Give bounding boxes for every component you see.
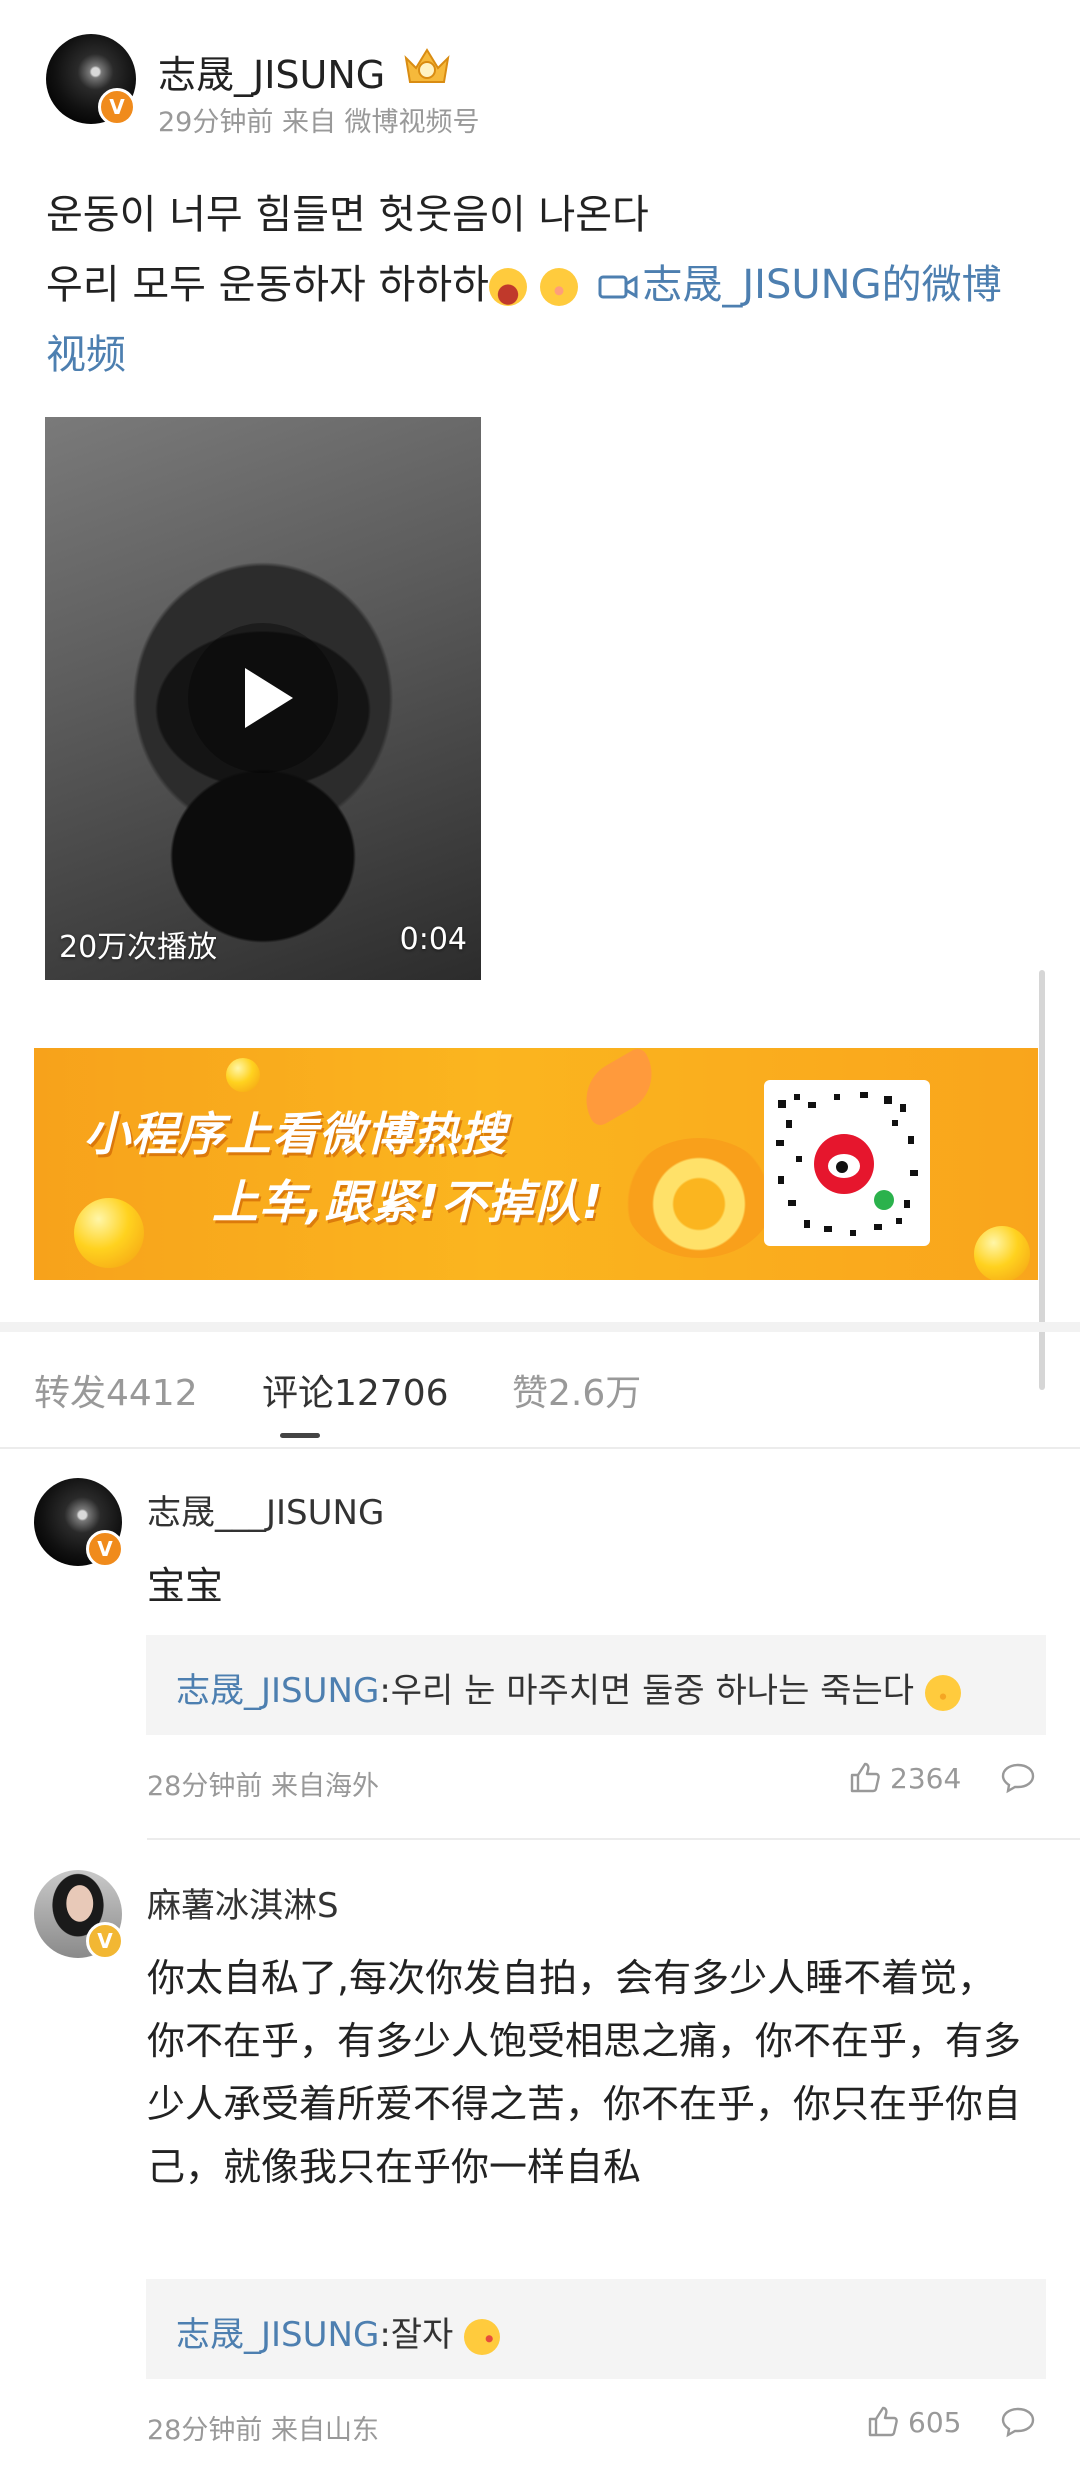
mini-program-banner[interactable]: 小程序上看微博热搜 上车,跟紧!不掉队! <box>34 1048 1038 1280</box>
reply-button[interactable] <box>1000 1762 1036 1798</box>
like-button[interactable]: 2364 <box>848 1760 961 1796</box>
comment-author[interactable]: 志晟___JISUNG <box>147 1485 384 1534</box>
reply-content: :우리 눈 마주치면 둘중 하나는 죽는다 <box>379 1671 915 1711</box>
comment-meta: 28分钟前 来自山东 <box>147 2415 379 2446</box>
play-icon <box>245 668 293 728</box>
reply-quote[interactable]: 志晟_JISUNG:잘자 <box>146 2279 1046 2379</box>
comment-divider <box>147 1838 1080 1840</box>
verified-badge-icon: V <box>86 1922 124 1960</box>
video-duration: 0:04 <box>399 922 467 957</box>
tab-comments[interactable]: 评论12706 <box>262 1364 449 1416</box>
thumbs-up-icon <box>850 1762 880 1793</box>
vip-crown-icon <box>400 44 454 88</box>
like-count: 2364 <box>890 1761 962 1795</box>
comment-text: 你太自私了,每次你发自拍，会有多少人睡不着觉，你不在乎，有多少人饱受相思之痛，你… <box>147 1956 1022 2189</box>
comment-bubble-icon <box>1001 1763 1035 1794</box>
tab-reposts[interactable]: 转发4412 <box>34 1364 198 1416</box>
decor-ball <box>226 1058 260 1092</box>
video-link[interactable]: 志晟_JISUNG的微博 <box>590 262 1002 308</box>
video-link-text: 志晟_JISUNG的微博 <box>642 262 1002 308</box>
smiling-emoji-icon <box>539 268 578 306</box>
reply-button[interactable] <box>1000 2406 1036 2442</box>
thumbs-up-icon <box>868 2406 898 2437</box>
reply-quote-text: 志晟_JISUNG:우리 눈 마주치면 둘중 하나는 죽는다 <box>176 1663 961 1712</box>
decor-ball <box>974 1226 1030 1280</box>
like-count: 605 <box>908 2405 962 2439</box>
post-meta: 29分钟前 来自 微博视频号 <box>158 107 480 138</box>
reply-quote[interactable]: 志晟_JISUNG:우리 눈 마주치면 둘중 하나는 죽는다 <box>146 1635 1046 1735</box>
laughing-emoji-icon <box>488 268 527 306</box>
verified-badge-icon: V <box>98 88 136 126</box>
post-body: 운동이 너무 힘들면 헛웃음이 나온다 우리 모두 운동하자 하하하 志晟_JI… <box>46 180 1056 390</box>
decor-ball <box>74 1198 144 1268</box>
banner-title-1: 小程序上看微博热搜 <box>84 1107 507 1161</box>
author-name[interactable]: 志晟_JISUNG <box>158 44 385 99</box>
section-divider <box>0 1322 1080 1332</box>
play-button[interactable] <box>188 623 338 773</box>
post-line-2-text: 우리 모두 운동하자 하하하 <box>46 262 489 308</box>
qr-code <box>764 1080 930 1246</box>
banner-title-2: 上车,跟紧!不掉队! <box>212 1175 604 1229</box>
play-count: 20万次播放 <box>59 930 218 965</box>
comment-meta: 28分钟前 来自海外 <box>147 1771 379 1802</box>
reply-quote-text: 志晟_JISUNG:잘자 <box>176 2307 501 2356</box>
reply-author-link[interactable]: 志晟_JISUNG <box>176 2315 379 2355</box>
weibo-3d-logo-icon <box>624 1138 774 1258</box>
post-line-2: 우리 모두 운동하자 하하하 志晟_JISUNG的微博 <box>46 250 1056 320</box>
comment-author[interactable]: 麻薯冰淇淋S <box>147 1878 339 1927</box>
comment-text: 宝宝 <box>147 1564 224 1608</box>
video-link-cont[interactable]: 视频 <box>46 320 1056 390</box>
tabs-divider <box>0 1447 1080 1449</box>
rocket-icon <box>571 1048 667 1129</box>
reply-content: :잘자 <box>379 2315 454 2355</box>
comment-bubble-icon <box>1001 2407 1035 2438</box>
active-tab-indicator <box>280 1433 320 1438</box>
hugging-emoji-icon <box>924 1674 961 1711</box>
like-button[interactable]: 605 <box>866 2404 961 2440</box>
post-line-1: 운동이 너무 힘들면 헛웃음이 나온다 <box>46 192 649 238</box>
video-thumbnail[interactable]: 20万次播放 0:04 <box>45 417 481 980</box>
video-camera-icon <box>598 275 638 299</box>
tab-likes[interactable]: 赞2.6万 <box>512 1364 641 1416</box>
kiss-emoji-icon <box>464 2318 501 2355</box>
verified-badge-icon: V <box>86 1530 124 1568</box>
reply-author-link[interactable]: 志晟_JISUNG <box>176 1671 379 1711</box>
